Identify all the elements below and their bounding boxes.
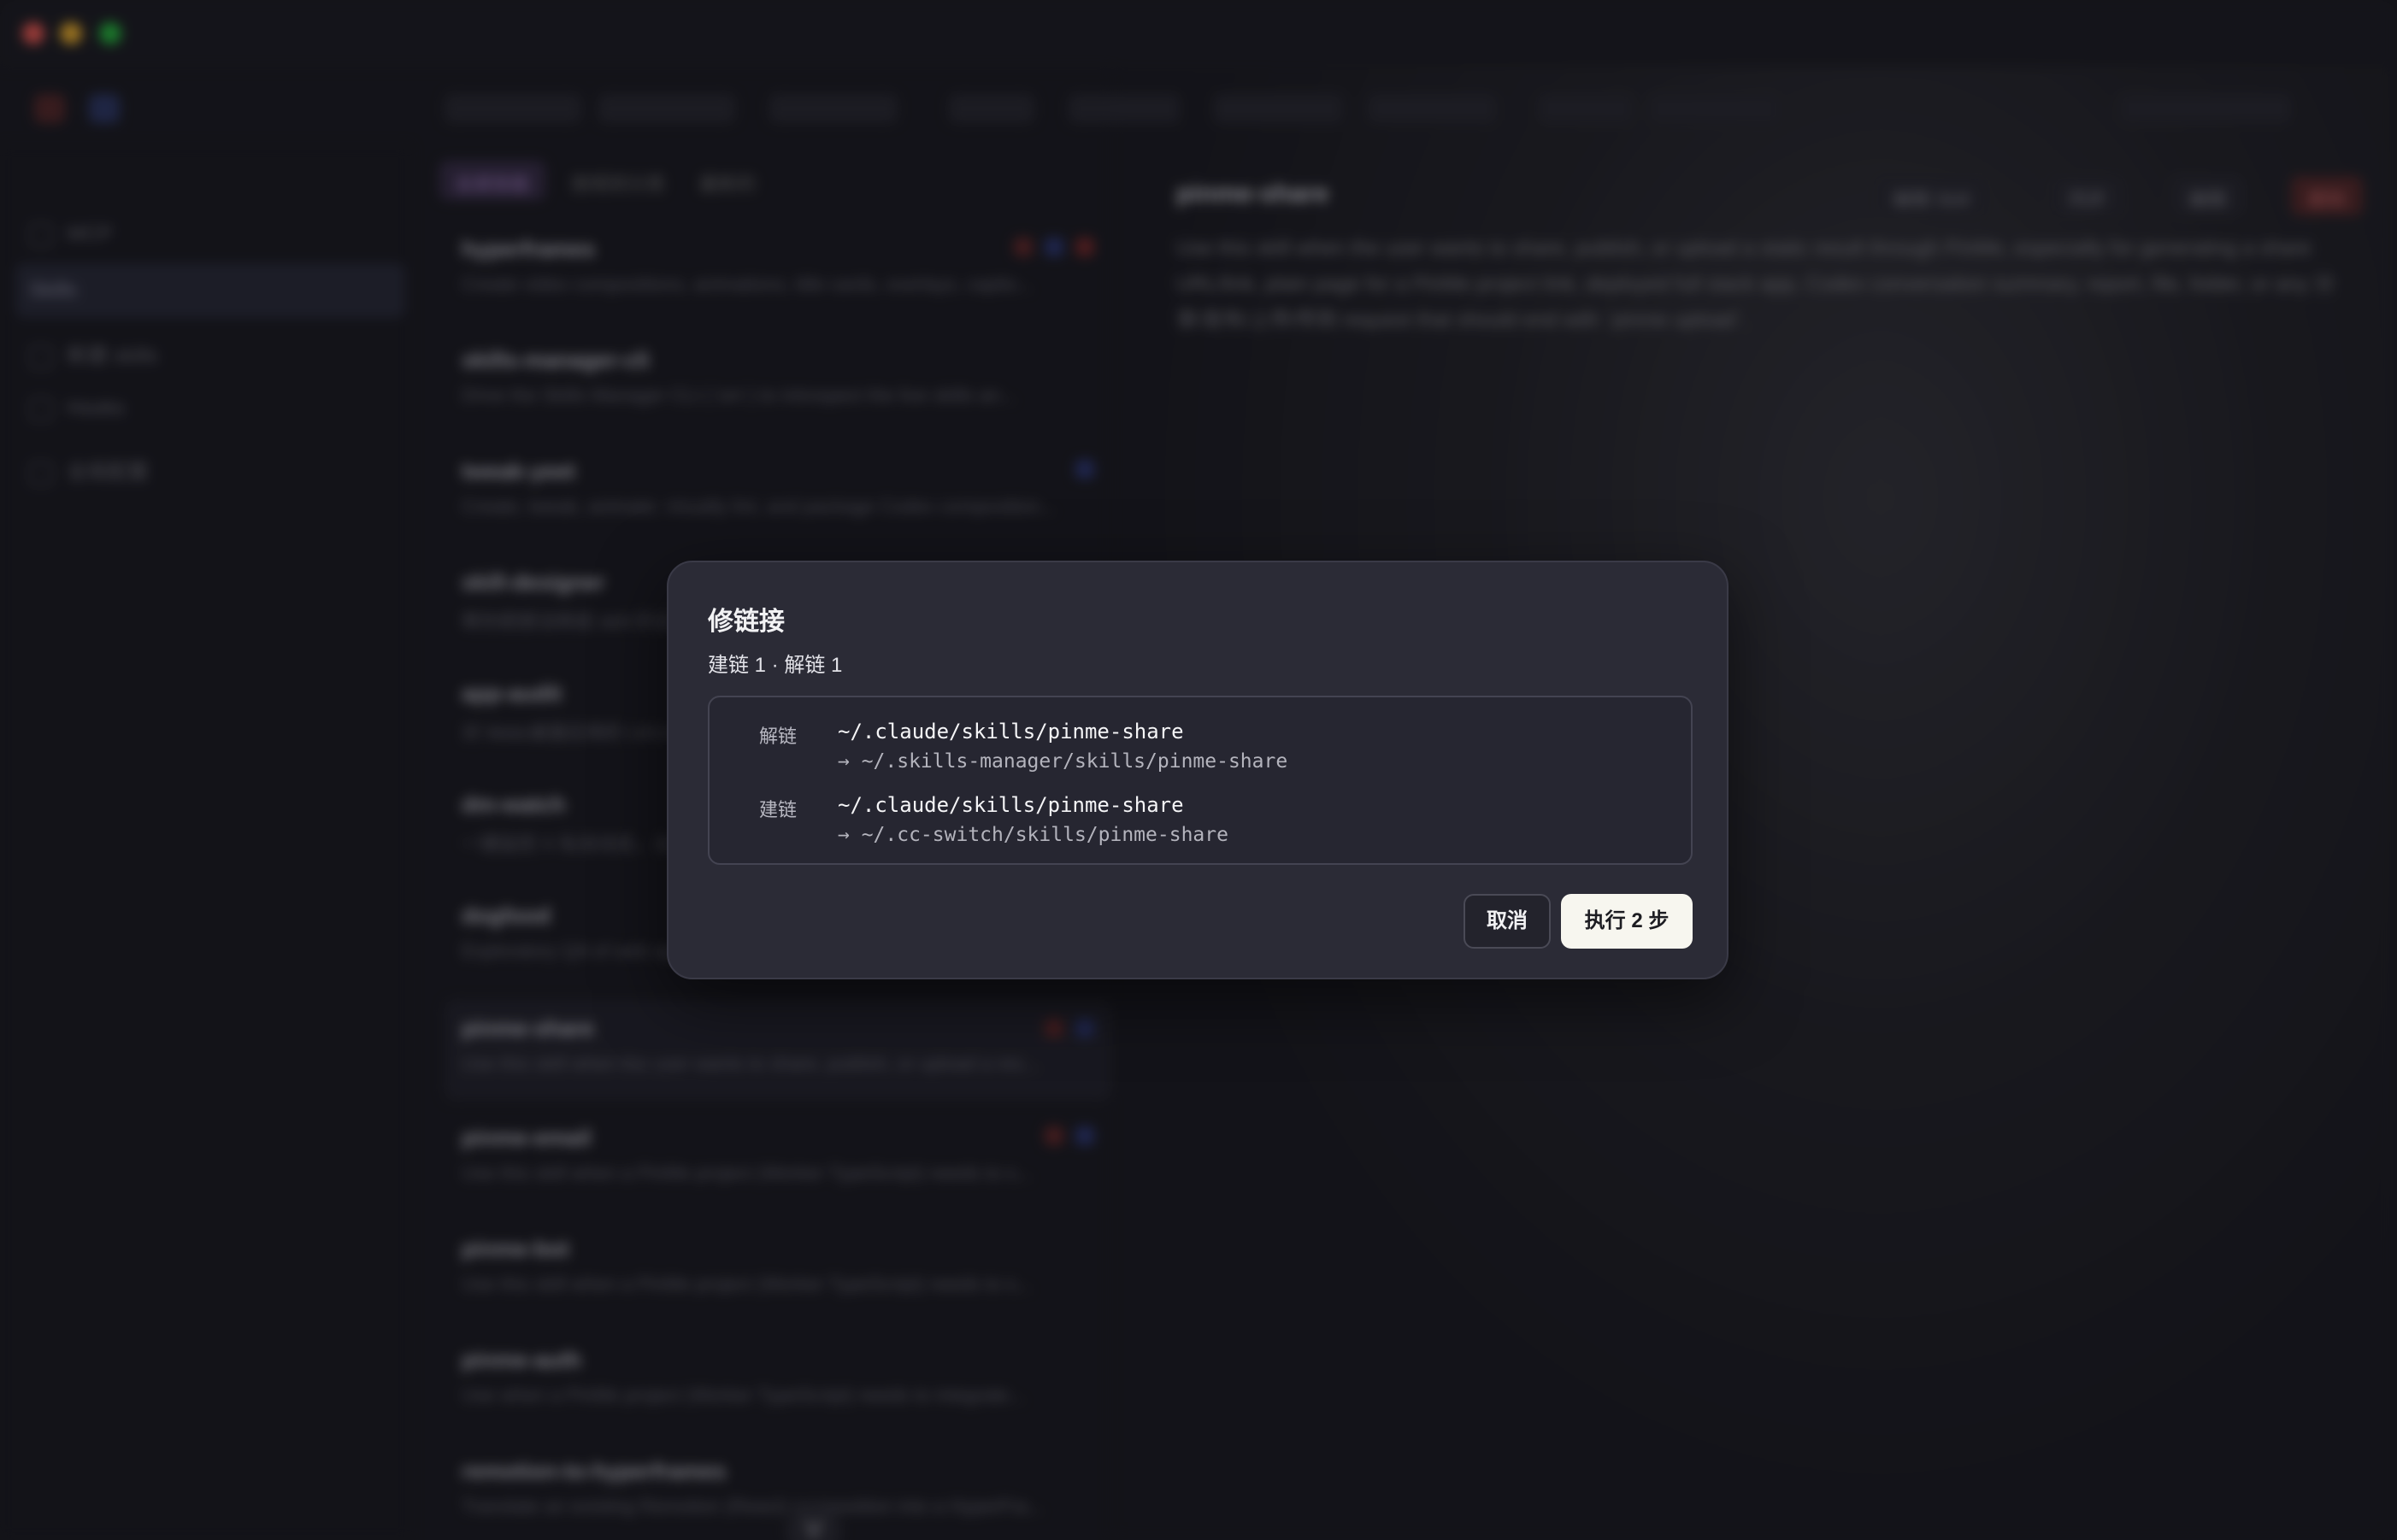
link-operation-unlink: 解链 ~/.claude/skills/pinme-share → ~/.ski… (710, 713, 1691, 781)
link-path: ~/.claude/skills/pinme-share (838, 720, 1184, 744)
operation-kind: 解链 (759, 726, 798, 747)
link-path: ~/.claude/skills/pinme-share (838, 793, 1184, 817)
app-window: MCP Skills 新建 skills Hooks 全局配置 全部技能 按规则… (0, 0, 2397, 1540)
operation-kind: 建链 (759, 799, 798, 820)
link-target: → ~/.cc-switch/skills/pinme-share (838, 824, 1228, 846)
dialog-title: 修链接 (708, 608, 785, 636)
fix-links-dialog: 修链接 建链 1 · 解链 1 解链 ~/.claude/skills/pinm… (667, 561, 1729, 979)
dialog-summary: 建链 1 · 解链 1 (708, 654, 843, 677)
link-operation-link: 建链 ~/.claude/skills/pinme-share → ~/.cc-… (710, 786, 1691, 855)
cancel-button[interactable]: 取消 (1464, 894, 1551, 949)
execute-button[interactable]: 执行 2 步 (1561, 894, 1693, 949)
link-operations-list: 解链 ~/.claude/skills/pinme-share → ~/.ski… (708, 696, 1693, 865)
link-target: → ~/.skills-manager/skills/pinme-share (838, 750, 1288, 773)
